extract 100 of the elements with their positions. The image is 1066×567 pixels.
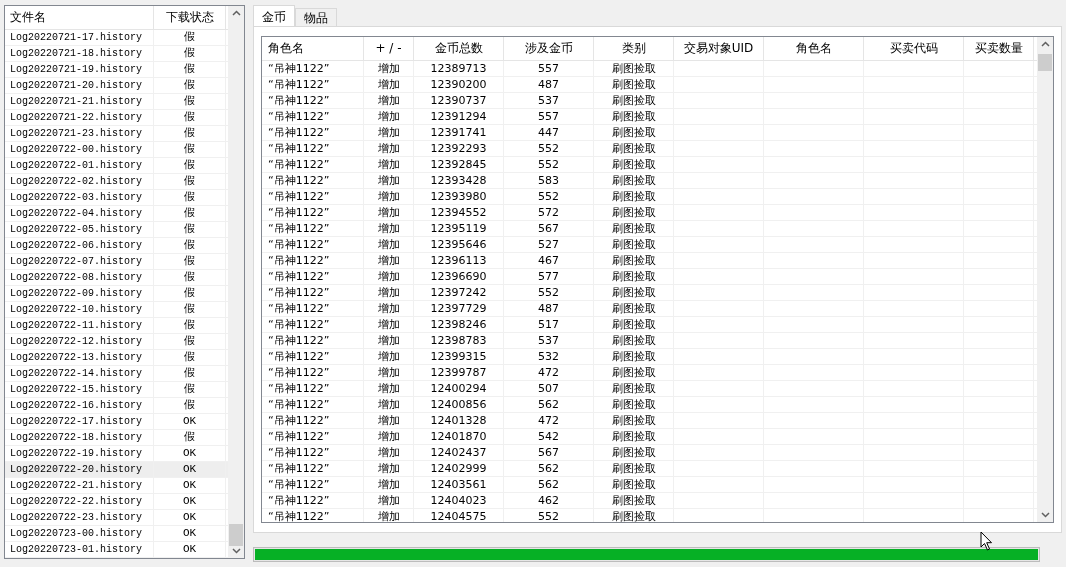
table-cell: “吊神1122” xyxy=(262,77,364,92)
table-cell: “吊神1122” xyxy=(262,61,364,76)
table-cell: 增加 xyxy=(364,173,414,188)
file-row[interactable]: Log20220721-20.history 假 xyxy=(5,78,228,94)
file-row[interactable]: Log20220722-21.history OK xyxy=(5,478,228,494)
table-cell: 刷图捡取 xyxy=(594,173,674,188)
column-header[interactable]: 涉及金币 xyxy=(504,37,594,60)
file-row[interactable]: Log20220722-03.history 假 xyxy=(5,190,228,206)
table-cell: 增加 xyxy=(364,349,414,364)
file-row[interactable]: Log20220722-16.history 假 xyxy=(5,398,228,414)
table-cell: 增加 xyxy=(364,477,414,492)
column-header[interactable]: 角色名 xyxy=(262,37,364,60)
file-row[interactable]: Log20220721-21.history 假 xyxy=(5,94,228,110)
table-cell: “吊神1122” xyxy=(262,509,364,522)
file-row[interactable]: Log20220722-20.history OK xyxy=(5,462,228,478)
download-status: 假 xyxy=(154,238,226,253)
table-cell: 12400294 xyxy=(414,381,504,396)
file-row[interactable]: Log20220722-02.history 假 xyxy=(5,174,228,190)
file-row[interactable]: Log20220722-17.history OK xyxy=(5,414,228,430)
table-cell: 增加 xyxy=(364,205,414,220)
scroll-down-icon[interactable] xyxy=(231,548,241,554)
table-cell: 刷图捡取 xyxy=(594,349,674,364)
file-row[interactable]: Log20220722-00.history 假 xyxy=(5,142,228,158)
table-cell: 刷图捡取 xyxy=(594,301,674,316)
table-cell: 增加 xyxy=(364,285,414,300)
column-header[interactable]: 金币总数 xyxy=(414,37,504,60)
file-row[interactable]: Log20220722-05.history 假 xyxy=(5,222,228,238)
column-header[interactable]: 角色名 xyxy=(764,37,864,60)
table-cell: 537 xyxy=(504,93,594,108)
table-cell: 517 xyxy=(504,317,594,332)
file-row[interactable]: Log20220721-17.history 假 xyxy=(5,30,228,46)
scrollbar-thumb[interactable] xyxy=(1038,54,1052,71)
column-header[interactable]: 买卖代码 xyxy=(864,37,964,60)
file-name: Log20220722-20.history xyxy=(5,462,154,477)
column-header[interactable]: + / - xyxy=(364,37,414,60)
file-row[interactable]: Log20220721-22.history 假 xyxy=(5,110,228,126)
table-cell: 12391741 xyxy=(414,125,504,140)
column-header[interactable]: 买卖数量 xyxy=(964,37,1034,60)
file-name: Log20220722-13.history xyxy=(5,350,154,365)
download-status: 假 xyxy=(154,286,226,301)
table-cell: 447 xyxy=(504,125,594,140)
file-row[interactable]: Log20220721-23.history 假 xyxy=(5,126,228,142)
tab[interactable]: 物品 xyxy=(295,8,337,26)
file-name: Log20220722-16.history xyxy=(5,398,154,413)
tab[interactable]: 金币 xyxy=(253,5,295,26)
file-row[interactable]: Log20220723-01.history OK xyxy=(5,542,228,558)
table-cell: 537 xyxy=(504,333,594,348)
table-cell: “吊神1122” xyxy=(262,317,364,332)
download-status: 假 xyxy=(154,46,226,61)
file-row[interactable]: Log20220722-01.history 假 xyxy=(5,158,228,174)
scroll-up-icon[interactable] xyxy=(1040,41,1050,47)
scroll-up-icon[interactable] xyxy=(231,10,241,16)
column-header[interactable]: 交易对象UID xyxy=(674,37,764,60)
file-row[interactable]: Log20220722-06.history 假 xyxy=(5,238,228,254)
table-cell: 增加 xyxy=(364,333,414,348)
file-row[interactable]: Log20220723-00.history OK xyxy=(5,526,228,542)
file-row[interactable]: Log20220722-22.history OK xyxy=(5,494,228,510)
scrollbar[interactable] xyxy=(228,6,244,558)
file-row[interactable]: Log20220722-04.history 假 xyxy=(5,206,228,222)
file-name: Log20220722-02.history xyxy=(5,174,154,189)
column-header[interactable]: 下载状态 xyxy=(154,6,226,29)
table-cell: “吊神1122” xyxy=(262,205,364,220)
table-cell: 12402437 xyxy=(414,445,504,460)
scrollbar[interactable] xyxy=(1037,37,1053,522)
file-row[interactable]: Log20220722-10.history 假 xyxy=(5,302,228,318)
file-row[interactable]: Log20220722-12.history 假 xyxy=(5,334,228,350)
scrollbar-thumb[interactable] xyxy=(229,524,243,546)
file-row[interactable]: Log20220722-07.history 假 xyxy=(5,254,228,270)
table-cell: 增加 xyxy=(364,269,414,284)
column-header[interactable]: 类别 xyxy=(594,37,674,60)
table-cell: 刷图捡取 xyxy=(594,61,674,76)
table-cell: 12393428 xyxy=(414,173,504,188)
scroll-down-icon[interactable] xyxy=(1040,512,1050,518)
file-name: Log20220722-07.history xyxy=(5,254,154,269)
download-status: OK xyxy=(154,494,226,509)
file-row[interactable]: Log20220722-14.history 假 xyxy=(5,366,228,382)
table-cell: 12392293 xyxy=(414,141,504,156)
table-cell: 刷图捡取 xyxy=(594,333,674,348)
file-row[interactable]: Log20220722-09.history 假 xyxy=(5,286,228,302)
file-row[interactable]: Log20220722-11.history 假 xyxy=(5,318,228,334)
file-row[interactable]: Log20220721-18.history 假 xyxy=(5,46,228,62)
download-status: 假 xyxy=(154,334,226,349)
file-name: Log20220722-18.history xyxy=(5,430,154,445)
file-row[interactable]: Log20220722-18.history 假 xyxy=(5,430,228,446)
table-cell: 12399315 xyxy=(414,349,504,364)
table-cell: 增加 xyxy=(364,221,414,236)
file-row[interactable]: Log20220722-08.history 假 xyxy=(5,270,228,286)
table-cell: 557 xyxy=(504,109,594,124)
download-status: OK xyxy=(154,414,226,429)
table-cell: 12401870 xyxy=(414,429,504,444)
table-cell: “吊神1122” xyxy=(262,125,364,140)
column-header[interactable]: 文件名 xyxy=(5,6,154,29)
table-cell: 562 xyxy=(504,397,594,412)
table-cell: 552 xyxy=(504,189,594,204)
file-row[interactable]: Log20220721-19.history 假 xyxy=(5,62,228,78)
file-row[interactable]: Log20220722-15.history 假 xyxy=(5,382,228,398)
file-name: Log20220721-23.history xyxy=(5,126,154,141)
file-row[interactable]: Log20220722-13.history 假 xyxy=(5,350,228,366)
file-row[interactable]: Log20220722-23.history OK xyxy=(5,510,228,526)
table-cell: “吊神1122” xyxy=(262,381,364,396)
